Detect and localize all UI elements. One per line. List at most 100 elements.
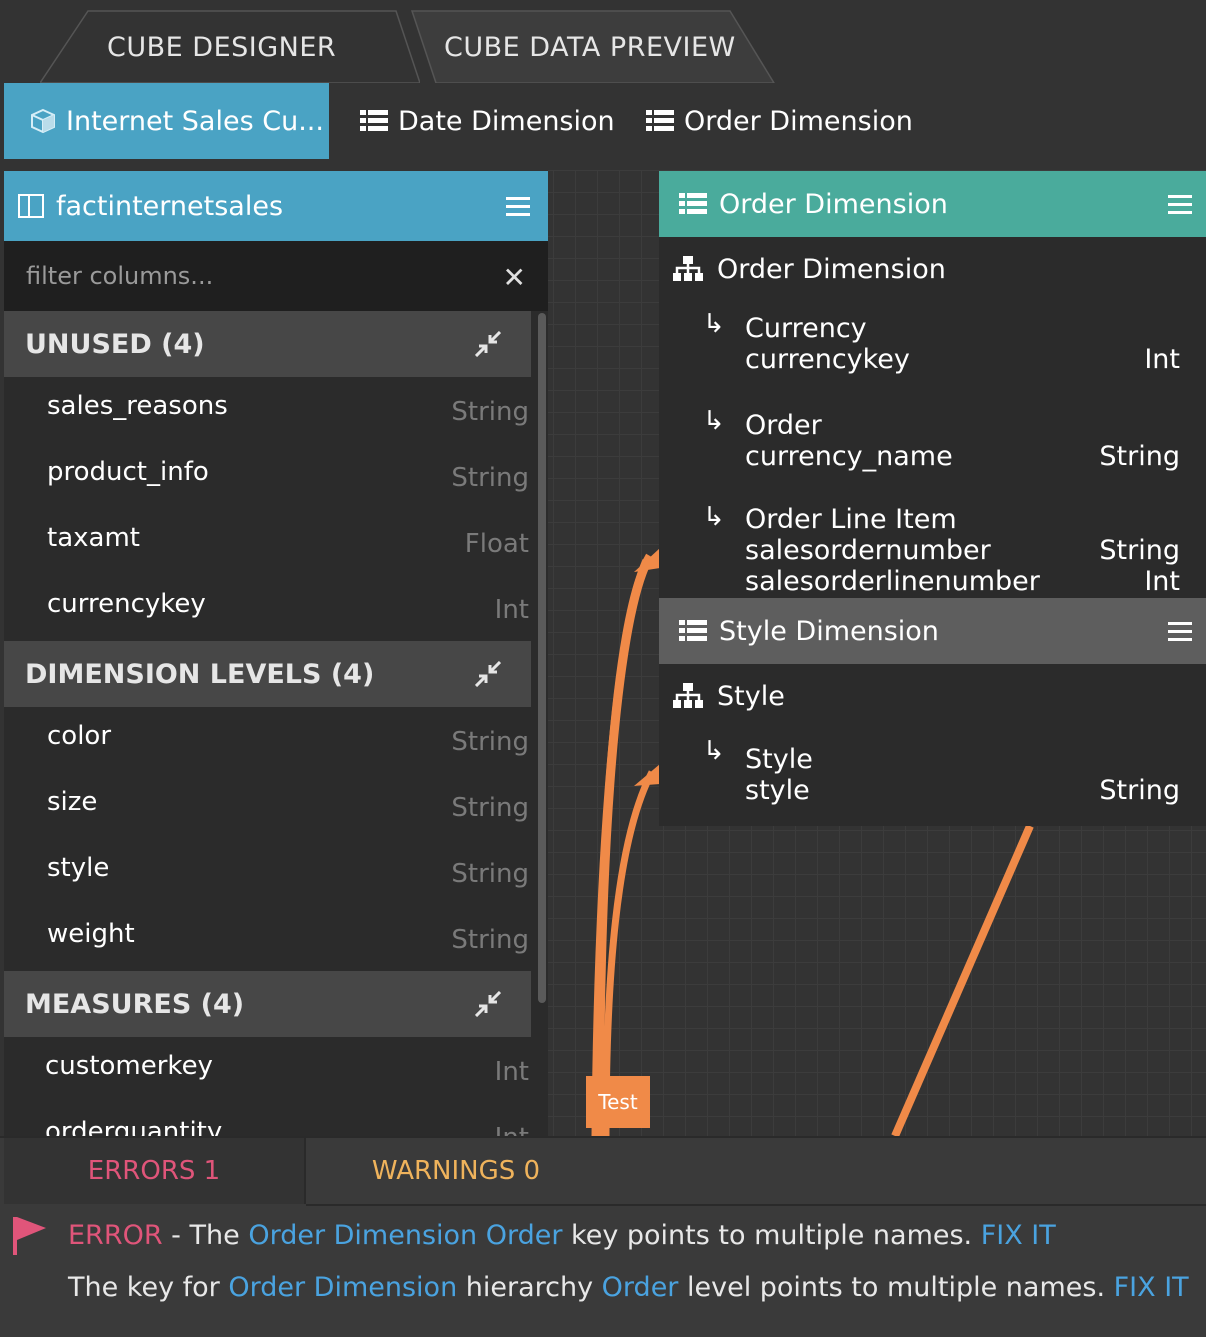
tab-order-dimension[interactable]: Order Dimension (646, 83, 913, 159)
fact-table-title: factinternetsales (56, 190, 284, 222)
column-name: color (47, 721, 112, 751)
divider (306, 1204, 1206, 1206)
level-arrow-icon: ↳ (703, 406, 725, 436)
hierarchy-row[interactable]: Style (659, 664, 1206, 728)
message-text: - The (162, 1220, 249, 1251)
column-type: Int (494, 595, 529, 625)
hierarchy-link[interactable]: Order (602, 1272, 679, 1303)
column-type: Int (494, 1057, 529, 1087)
column-name: sales_reasons (47, 391, 228, 421)
column-row[interactable]: customerkey Int (4, 1037, 531, 1103)
level-column-type: Int (1144, 344, 1180, 375)
clear-icon[interactable]: ✕ (503, 261, 526, 294)
error-message: ERROR - The Order Dimension Order key po… (68, 1220, 1056, 1251)
column-row[interactable]: style String (4, 839, 531, 905)
tab-label: ERRORS 1 (87, 1156, 221, 1186)
level-column: style (745, 775, 810, 806)
level-name: Order (745, 410, 822, 441)
column-name: size (47, 787, 98, 817)
level-row[interactable]: ↳ Order currency_name String (659, 398, 1206, 494)
level-arrow-icon: ↳ (703, 502, 725, 532)
tab-label: CUBE DATA PREVIEW (444, 32, 736, 63)
list-icon (360, 110, 388, 132)
group-title: UNUSED (4) (25, 328, 205, 360)
filter-columns-input[interactable]: filter columns... ✕ (4, 241, 548, 311)
hierarchy-icon (673, 683, 703, 709)
level-column: currencykey (745, 344, 910, 375)
menu-icon[interactable] (506, 193, 530, 224)
level-column: salesordernumber (745, 535, 991, 566)
level-name: Style (745, 744, 813, 775)
tab-label: CUBE DESIGNER (107, 32, 337, 63)
column-row[interactable]: taxamt Float (4, 509, 531, 575)
fix-it-link[interactable]: FIX IT (981, 1220, 1056, 1251)
table-icon (18, 194, 44, 218)
level-name: Currency (745, 313, 867, 344)
fact-table-header[interactable]: factinternetsales (4, 171, 548, 241)
tab-label: WARNINGS 0 (371, 1156, 541, 1186)
cube-icon (30, 108, 56, 134)
hierarchy-row[interactable]: Order Dimension (659, 237, 1206, 301)
tab-errors[interactable]: ERRORS 1 (4, 1138, 306, 1204)
column-name: style (47, 853, 110, 883)
hierarchy-icon (673, 256, 703, 282)
tab-warnings[interactable]: WARNINGS 0 (306, 1138, 606, 1204)
menu-icon[interactable] (1168, 618, 1192, 649)
collapse-icon[interactable] (474, 990, 502, 1024)
fix-it-link[interactable]: FIX IT (1114, 1272, 1189, 1303)
edge-label[interactable]: Test (586, 1076, 650, 1128)
column-row[interactable]: sales_reasons String (4, 377, 531, 443)
edge-style-2 (891, 824, 1034, 1138)
column-type: String (451, 727, 529, 757)
dimension-link[interactable]: Order Dimension (228, 1272, 457, 1303)
column-name: customerkey (45, 1051, 213, 1081)
tab-label: Order Dimension (684, 105, 913, 137)
level-row[interactable]: ↳ Style style String (659, 728, 1206, 826)
tab-internet-sales-cube[interactable]: Internet Sales Cu... (4, 83, 329, 159)
column-name: orderquantity (45, 1117, 223, 1136)
collapse-icon[interactable] (474, 330, 502, 364)
tab-date-dimension[interactable]: Date Dimension (360, 83, 615, 159)
filter-placeholder: filter columns... (26, 262, 214, 290)
level-arrow-icon: ↳ (703, 736, 725, 766)
hierarchy-name: Style (717, 680, 785, 712)
group-measures[interactable]: MEASURES (4) (4, 971, 531, 1037)
column-row[interactable]: currencykey Int (4, 575, 531, 641)
dimension-header[interactable]: Order Dimension (659, 171, 1206, 237)
column-row[interactable]: weight String (4, 905, 531, 971)
error-prefix: ERROR (68, 1220, 163, 1251)
group-unused[interactable]: UNUSED (4) (4, 311, 531, 377)
level-column-type: String (1099, 775, 1180, 806)
scrollbar[interactable] (538, 313, 546, 1003)
column-name: currencykey (47, 589, 206, 619)
style-dimension-card[interactable]: Style Dimension Style ↳ Style style Stri… (659, 598, 1206, 826)
level-column: salesorderlinenumber (745, 566, 1040, 597)
group-title: MEASURES (4) (25, 988, 245, 1020)
column-row[interactable]: size String (4, 773, 531, 839)
order-dimension-card[interactable]: Order Dimension Order Dimension ↳ Curren… (659, 171, 1206, 598)
tab-cube-designer[interactable]: CUBE DESIGNER (40, 10, 420, 83)
dimension-link[interactable]: Order Dimension Order (248, 1220, 562, 1251)
level-name: Order Line Item (745, 504, 957, 535)
message-text: hierarchy (457, 1272, 602, 1303)
level-column-type: String (1099, 535, 1180, 566)
level-row[interactable]: ↳ Order Line Item salesordernumber Strin… (659, 494, 1206, 598)
column-name: weight (47, 919, 135, 949)
column-row[interactable]: orderquantity Int (4, 1103, 531, 1136)
column-type: Int (495, 1123, 529, 1136)
dimension-header[interactable]: Style Dimension (659, 598, 1206, 664)
tab-cube-data-preview[interactable]: CUBE DATA PREVIEW (404, 10, 776, 83)
error-detail: The key for Order Dimension hierarchy Or… (68, 1272, 1189, 1303)
fact-table-panel: factinternetsales filter columns... ✕ UN… (4, 171, 548, 1136)
level-column-type: String (1099, 441, 1180, 472)
column-row[interactable]: color String (4, 707, 531, 773)
collapse-icon[interactable] (474, 660, 502, 694)
tab-label: Date Dimension (398, 105, 615, 137)
group-title: DIMENSION LEVELS (4) (25, 658, 375, 690)
column-row[interactable]: product_info String (4, 443, 531, 509)
hierarchy-name: Order Dimension (717, 253, 946, 285)
level-row[interactable]: ↳ Currency currencykey Int (659, 301, 1206, 398)
menu-icon[interactable] (1168, 191, 1192, 222)
group-dimension-levels[interactable]: DIMENSION LEVELS (4) (4, 641, 531, 707)
message-text: key points to multiple names. (562, 1220, 981, 1251)
